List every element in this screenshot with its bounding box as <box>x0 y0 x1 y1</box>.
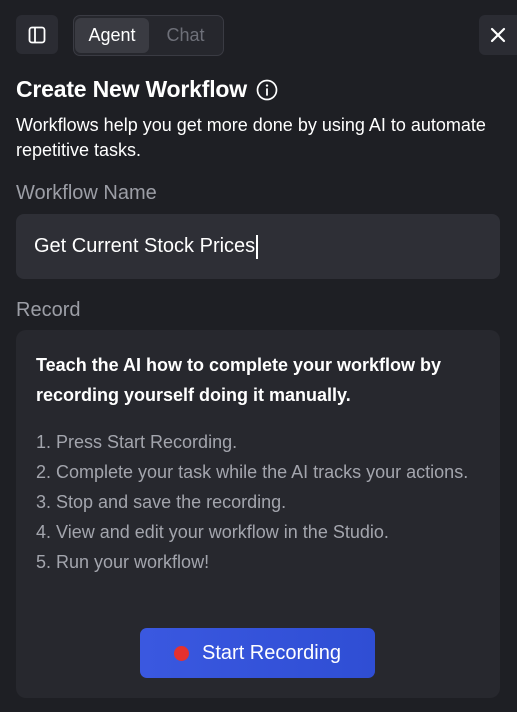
sidebar-toggle-button[interactable] <box>16 15 58 54</box>
list-item: 1. Press Start Recording. <box>36 432 238 452</box>
workflow-name-field[interactable]: Get Current Stock Prices <box>16 214 500 279</box>
info-circle-icon[interactable] <box>256 79 278 101</box>
list-item: 5. Run your workflow! <box>36 552 210 572</box>
workflow-panel: Agent Chat Create New Workflow Workflows… <box>0 0 517 712</box>
close-icon <box>490 27 506 43</box>
tab-agent[interactable]: Agent <box>75 18 149 53</box>
list-item: 4. View and edit your workflow in the St… <box>36 522 389 542</box>
start-recording-button[interactable]: Start Recording <box>140 628 375 678</box>
workflow-name-value[interactable]: Get Current Stock Prices <box>16 235 255 258</box>
record-dot-icon <box>174 645 190 661</box>
record-card: Teach the AI how to complete your workfl… <box>16 330 500 698</box>
record-intro: Teach the AI how to complete your workfl… <box>36 355 442 405</box>
title-row: Create New Workflow <box>16 76 278 103</box>
tab-chat[interactable]: Chat <box>149 18 222 53</box>
sidebar-panel-icon <box>28 26 46 43</box>
mode-tabs: Agent Chat <box>73 15 224 56</box>
list-item: 2. Complete your task while the AI track… <box>36 462 469 482</box>
list-item: 3. Stop and save the recording. <box>36 492 287 512</box>
record-label: Record <box>16 299 81 321</box>
text-caret <box>256 234 259 259</box>
record-steps: 1. Press Start Recording. 2. Complete yo… <box>36 427 486 577</box>
top-bar: Agent Chat <box>16 15 517 56</box>
page-title: Create New Workflow <box>16 76 247 102</box>
workflow-name-label: Workflow Name <box>16 182 157 204</box>
page-description: Workflows help you get more done by usin… <box>16 115 486 160</box>
close-button[interactable] <box>479 15 517 55</box>
start-recording-label: Start Recording <box>202 641 341 664</box>
